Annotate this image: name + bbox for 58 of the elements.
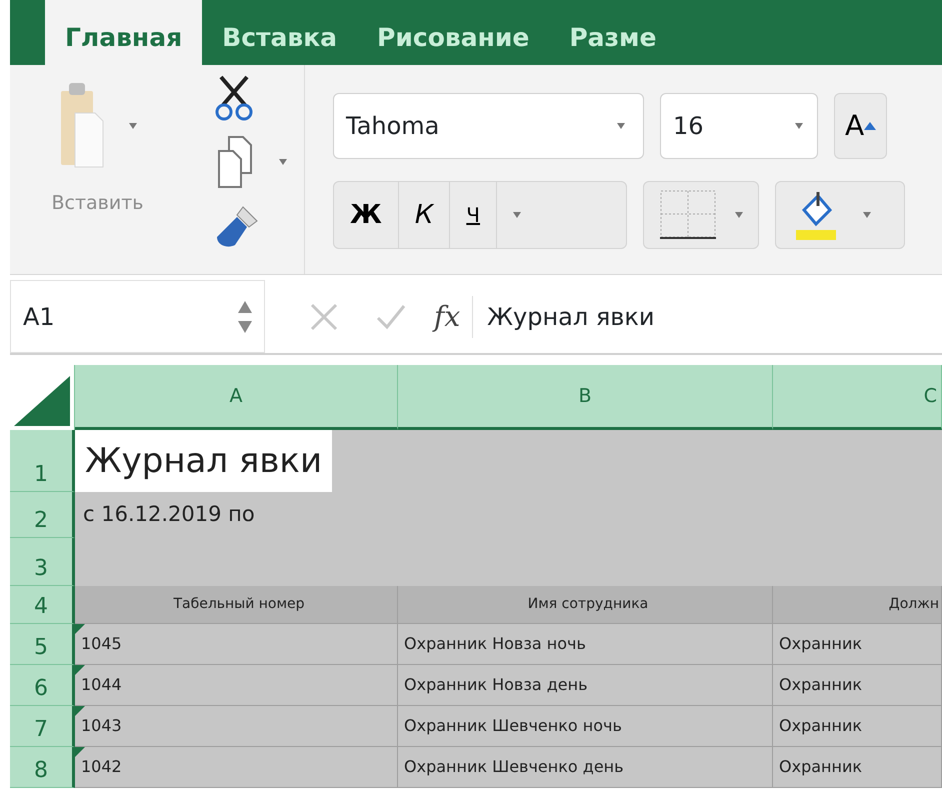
grow-font-button[interactable]: A [834, 93, 888, 159]
row-header[interactable]: 6 [10, 665, 75, 706]
row-header[interactable]: 1 [10, 430, 75, 492]
table-cell[interactable]: Охранник Новза ночь [398, 624, 773, 665]
table-cell[interactable]: Охранник [773, 624, 942, 665]
insert-function-button[interactable]: fx [434, 296, 474, 338]
row-header[interactable]: 2 [10, 492, 75, 538]
ribbon-tab[interactable]: Главная [45, 0, 202, 65]
column-heading[interactable]: Имя сотрудника [398, 586, 773, 624]
table-cell[interactable]: 1043 [75, 706, 398, 747]
column-header[interactable]: A [75, 365, 398, 430]
caret-icon[interactable] [279, 159, 287, 165]
bold-button[interactable]: Ж [334, 182, 399, 248]
table-cell[interactable]: 1042 [75, 747, 398, 788]
caret-icon[interactable] [795, 123, 803, 129]
table-cell[interactable]: Охранник [773, 665, 942, 706]
caret-icon[interactable] [128, 123, 136, 129]
clipboard-icon [58, 83, 104, 169]
row-header[interactable]: 5 [10, 624, 75, 665]
font-size-field[interactable]: 16 [660, 93, 818, 159]
caret-icon [862, 212, 870, 218]
ribbon-tab[interactable]: Рисование [357, 0, 550, 65]
row-header[interactable]: 3 [10, 538, 75, 586]
font-name-field[interactable]: Tahoma [333, 93, 644, 159]
row-header[interactable]: 4 [10, 586, 75, 624]
date-range-text[interactable]: с 16.12.2019 по [75, 492, 398, 538]
select-all-icon[interactable] [14, 376, 70, 426]
table-cell[interactable]: Охранник Шевченко ночь [398, 706, 773, 747]
table-cell[interactable]: 1045 [75, 624, 398, 665]
check-icon[interactable] [376, 304, 406, 330]
spinner-icon[interactable] [238, 300, 252, 332]
table-cell[interactable]: Охранник [773, 706, 942, 747]
table-cell[interactable]: Охранник Шевченко день [398, 747, 773, 788]
paint-bucket-icon [796, 190, 836, 240]
name-box[interactable]: A1 [10, 280, 265, 353]
scissors-icon[interactable] [215, 75, 253, 121]
column-heading[interactable]: Должн [773, 586, 942, 624]
row-header[interactable]: 7 [10, 706, 75, 747]
italic-button[interactable]: К [398, 182, 450, 248]
table-cell[interactable]: Охранник [773, 747, 942, 788]
table-cell[interactable]: 1044 [75, 665, 398, 706]
formula-field[interactable]: Журнал явки [487, 298, 654, 334]
row-header[interactable]: 8 [10, 747, 75, 788]
column-heading[interactable]: Табельный номер [75, 586, 398, 624]
caret-icon [513, 212, 522, 218]
ribbon-tab[interactable]: Разме [549, 0, 676, 65]
column-header[interactable]: B [398, 365, 773, 430]
ribbon-tab[interactable]: Вставка [202, 0, 358, 65]
caret-icon [734, 212, 742, 218]
caret-icon[interactable] [617, 123, 625, 129]
borders-icon [660, 190, 716, 240]
column-header[interactable]: C [773, 365, 942, 430]
fill-color-button[interactable] [775, 181, 905, 249]
triangle-up-icon [864, 122, 876, 130]
underline-button[interactable]: Ч [450, 182, 498, 248]
table-cell[interactable]: Охранник Новза день [398, 665, 773, 706]
sheet-title[interactable]: Журнал явки [75, 430, 332, 492]
copy-icon[interactable] [215, 135, 255, 189]
